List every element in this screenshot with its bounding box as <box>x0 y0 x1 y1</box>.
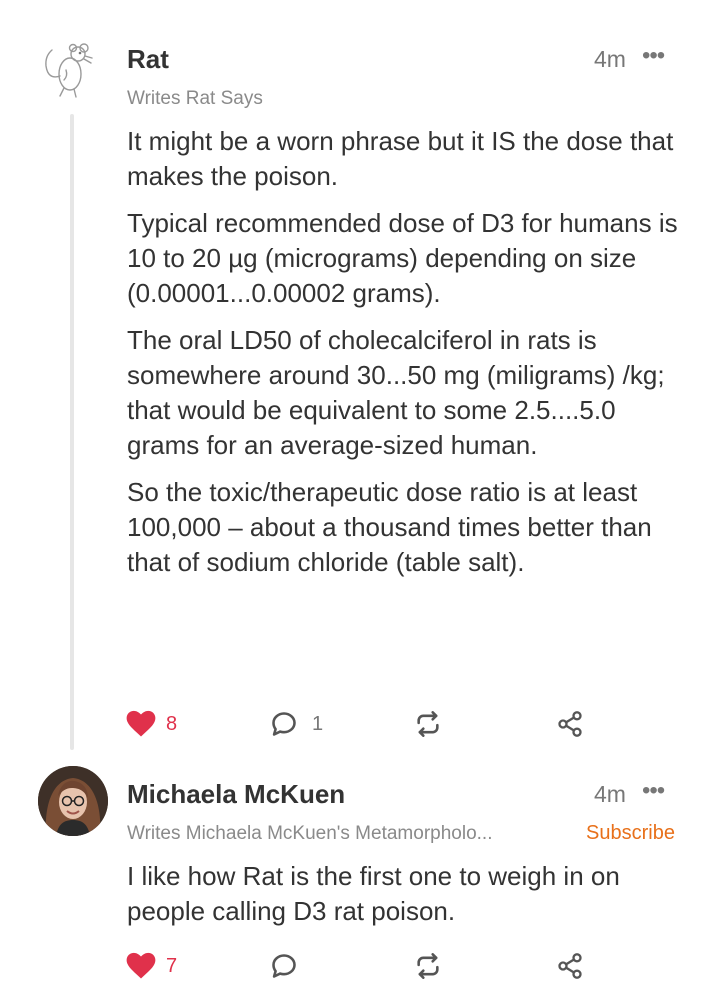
like-count: 7 <box>166 954 178 977</box>
comment-actions: 7 <box>0 946 720 986</box>
rat-avatar[interactable] <box>40 36 106 102</box>
author-name[interactable]: Rat <box>127 44 169 75</box>
reply-button[interactable]: 1 <box>270 704 323 744</box>
comment-paragraph: It might be a worn phrase but it IS the … <box>127 126 674 191</box>
share-button[interactable] <box>556 946 584 986</box>
comment-bubble-icon <box>272 954 296 978</box>
restack-icon <box>417 711 439 737</box>
comment-time: 4m <box>594 781 626 807</box>
subscribe-button[interactable]: Subscribe <box>586 822 675 845</box>
more-icon[interactable]: ••• <box>642 777 665 805</box>
comment-actions: 8 1 <box>0 704 720 744</box>
rat-avatar-icon <box>45 43 93 98</box>
michaela-avatar[interactable] <box>38 766 108 836</box>
comment-paragraph: The oral LD50 of cholecalciferol in rats… <box>127 325 665 460</box>
share-button[interactable] <box>556 704 584 744</box>
heart-icon <box>126 710 156 737</box>
comment-body: It might be a worn phrase but it IS the … <box>127 124 687 592</box>
share-icon <box>558 711 582 737</box>
restack-icon <box>417 953 439 979</box>
comment-michaela: Michaela McKuen 4m ••• Writes Michaela M… <box>0 760 720 998</box>
profile-photo-icon <box>38 766 108 836</box>
comment-bubble-icon <box>272 712 296 736</box>
like-count: 8 <box>166 712 178 735</box>
comment-paragraph: Typical recommended dose of D3 for human… <box>127 208 678 308</box>
restack-button[interactable] <box>414 946 442 986</box>
comment-paragraph: So the toxic/therapeutic dose ratio is a… <box>127 477 652 577</box>
reply-count: 1 <box>312 712 324 735</box>
like-button[interactable]: 8 <box>126 704 177 744</box>
share-icon <box>558 953 582 979</box>
author-name[interactable]: Michaela McKuen <box>127 779 345 810</box>
reply-button[interactable] <box>270 946 298 986</box>
like-button[interactable]: 7 <box>126 946 177 986</box>
comment-time: 4m <box>594 46 626 72</box>
heart-icon <box>126 952 156 979</box>
restack-button[interactable] <box>414 704 442 744</box>
thread-line <box>70 114 74 750</box>
comment-paragraph: I like how Rat is the first one to weigh… <box>127 861 620 926</box>
comment-rat: Rat 4m ••• Writes Rat Says It might be a… <box>0 0 720 760</box>
author-byline[interactable]: Writes Rat Says <box>127 88 263 110</box>
comment-body: I like how Rat is the first one to weigh… <box>127 859 687 941</box>
author-byline[interactable]: Writes Michaela McKuen's Metamorpholo... <box>127 823 492 845</box>
more-icon[interactable]: ••• <box>642 42 665 70</box>
